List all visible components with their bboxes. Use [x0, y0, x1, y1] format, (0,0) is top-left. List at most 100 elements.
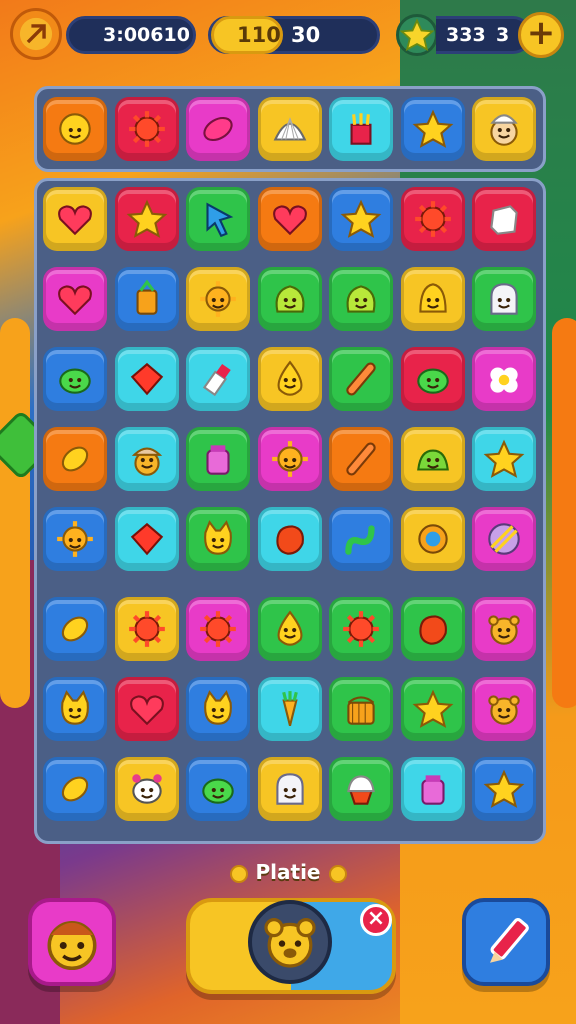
top-row-tile[interactable] — [43, 97, 107, 161]
top-row-tile[interactable] — [186, 97, 250, 161]
sun-face-icon — [271, 441, 308, 477]
frog-face-icon — [59, 368, 91, 394]
grid-tile[interactable] — [114, 427, 179, 491]
gems-value: 333 — [446, 24, 486, 46]
grid-tile[interactable] — [472, 347, 536, 411]
grid-tile[interactable] — [186, 187, 250, 251]
close-button[interactable]: × — [360, 904, 392, 936]
grid-tile[interactable] — [186, 267, 250, 331]
grid-tile[interactable] — [329, 757, 393, 821]
star-icon — [126, 199, 167, 238]
grid-tile[interactable] — [400, 267, 465, 331]
grid-tile[interactable] — [186, 597, 250, 661]
grid-tile[interactable] — [400, 757, 465, 821]
grid-tile[interactable] — [400, 507, 465, 571]
blob-face-icon — [346, 285, 376, 313]
grid-tile[interactable] — [114, 507, 179, 571]
grid-tile[interactable] — [257, 187, 322, 251]
character-button[interactable] — [28, 898, 116, 986]
grid-tile[interactable] — [186, 427, 250, 491]
grid-tile[interactable] — [257, 267, 322, 331]
grid-tile[interactable] — [186, 677, 250, 741]
star-icon — [412, 109, 453, 148]
grid-tile[interactable] — [400, 347, 465, 411]
drop-face-icon — [277, 360, 302, 396]
grid-tile[interactable] — [43, 677, 107, 741]
top-row-board — [34, 86, 546, 172]
cat-face-icon — [61, 690, 89, 725]
carrot-icon — [281, 691, 298, 727]
grid-tile[interactable] — [43, 267, 107, 331]
score-extra: 30 — [291, 23, 321, 47]
grid-tile[interactable] — [43, 757, 107, 821]
score-value: 110 — [237, 23, 281, 47]
top-row-tile[interactable] — [329, 97, 393, 161]
grid-tile[interactable] — [186, 507, 250, 571]
worm-icon — [345, 525, 375, 555]
grid-tile[interactable] — [257, 347, 322, 411]
grid-tile[interactable] — [186, 757, 250, 821]
grid-tile[interactable] — [329, 267, 393, 331]
sugar-cube-icon — [490, 205, 518, 235]
pencil-button[interactable] — [462, 898, 550, 986]
grid-tile[interactable] — [43, 597, 107, 661]
grid-tile[interactable] — [114, 677, 179, 741]
red-gem-icon — [130, 522, 163, 556]
add-label: + — [526, 13, 556, 53]
grid-tile[interactable] — [43, 507, 107, 571]
grid-tile[interactable] — [400, 187, 465, 251]
top-hud: 3:00610 110 30 333 3 + — [0, 8, 576, 60]
grid-tile[interactable] — [472, 427, 536, 491]
grid-tile[interactable] — [472, 507, 536, 571]
top-row-tile[interactable] — [257, 97, 322, 161]
red-blob-icon — [418, 615, 447, 645]
grid-tile[interactable] — [257, 757, 322, 821]
grid-tile[interactable] — [329, 507, 393, 571]
bell-face-icon — [418, 283, 447, 313]
grid-tile[interactable] — [400, 597, 465, 661]
grid-tile[interactable] — [43, 187, 107, 251]
grid-tile[interactable] — [472, 677, 536, 741]
sun-face-icon — [57, 521, 93, 557]
star-icon — [340, 199, 382, 238]
grid-tile[interactable] — [114, 267, 179, 331]
timer-value: 3:00610 — [103, 24, 190, 46]
top-row-tile[interactable] — [400, 97, 465, 161]
score-pill: 110 30 — [208, 16, 380, 54]
grid-tile[interactable] — [114, 597, 179, 661]
grid-tile[interactable] — [257, 507, 322, 571]
cat-face-icon — [204, 520, 232, 555]
grid-tile[interactable] — [472, 267, 536, 331]
grid-tile[interactable] — [472, 597, 536, 661]
bottom-label-text: Platie — [255, 860, 321, 884]
grid-tile[interactable] — [114, 187, 179, 251]
grid-tile[interactable] — [329, 427, 393, 491]
fries-icon — [350, 113, 372, 145]
grid-tile[interactable] — [329, 347, 393, 411]
grid-tile[interactable] — [329, 597, 393, 661]
grid-tile[interactable] — [43, 347, 107, 411]
grid-tile[interactable] — [43, 427, 107, 491]
grid-tile[interactable] — [329, 187, 393, 251]
grid-tile[interactable] — [472, 757, 536, 821]
add-gems-button[interactable]: + — [518, 12, 564, 58]
grid-tile[interactable] — [257, 677, 322, 741]
grid-tile[interactable] — [472, 187, 536, 251]
spiky-ball-icon — [128, 611, 165, 647]
grid-tile[interactable] — [114, 347, 179, 411]
grid-tile[interactable] — [114, 757, 179, 821]
top-row-tile[interactable] — [472, 97, 536, 161]
top-row-tile[interactable] — [114, 97, 179, 161]
grid-tile[interactable] — [400, 427, 465, 491]
pencil-icon — [490, 917, 529, 963]
grid-tile[interactable] — [400, 677, 465, 741]
grid-tile[interactable] — [257, 427, 322, 491]
lemon-icon — [61, 446, 89, 472]
grid-tile[interactable] — [329, 677, 393, 741]
striped-ball-icon — [488, 523, 520, 555]
grid-tile[interactable] — [257, 597, 322, 661]
spiky-ball-icon — [343, 611, 379, 647]
lemon-icon — [61, 616, 89, 642]
booster-slot-button[interactable] — [248, 900, 332, 984]
grid-tile[interactable] — [186, 347, 250, 411]
